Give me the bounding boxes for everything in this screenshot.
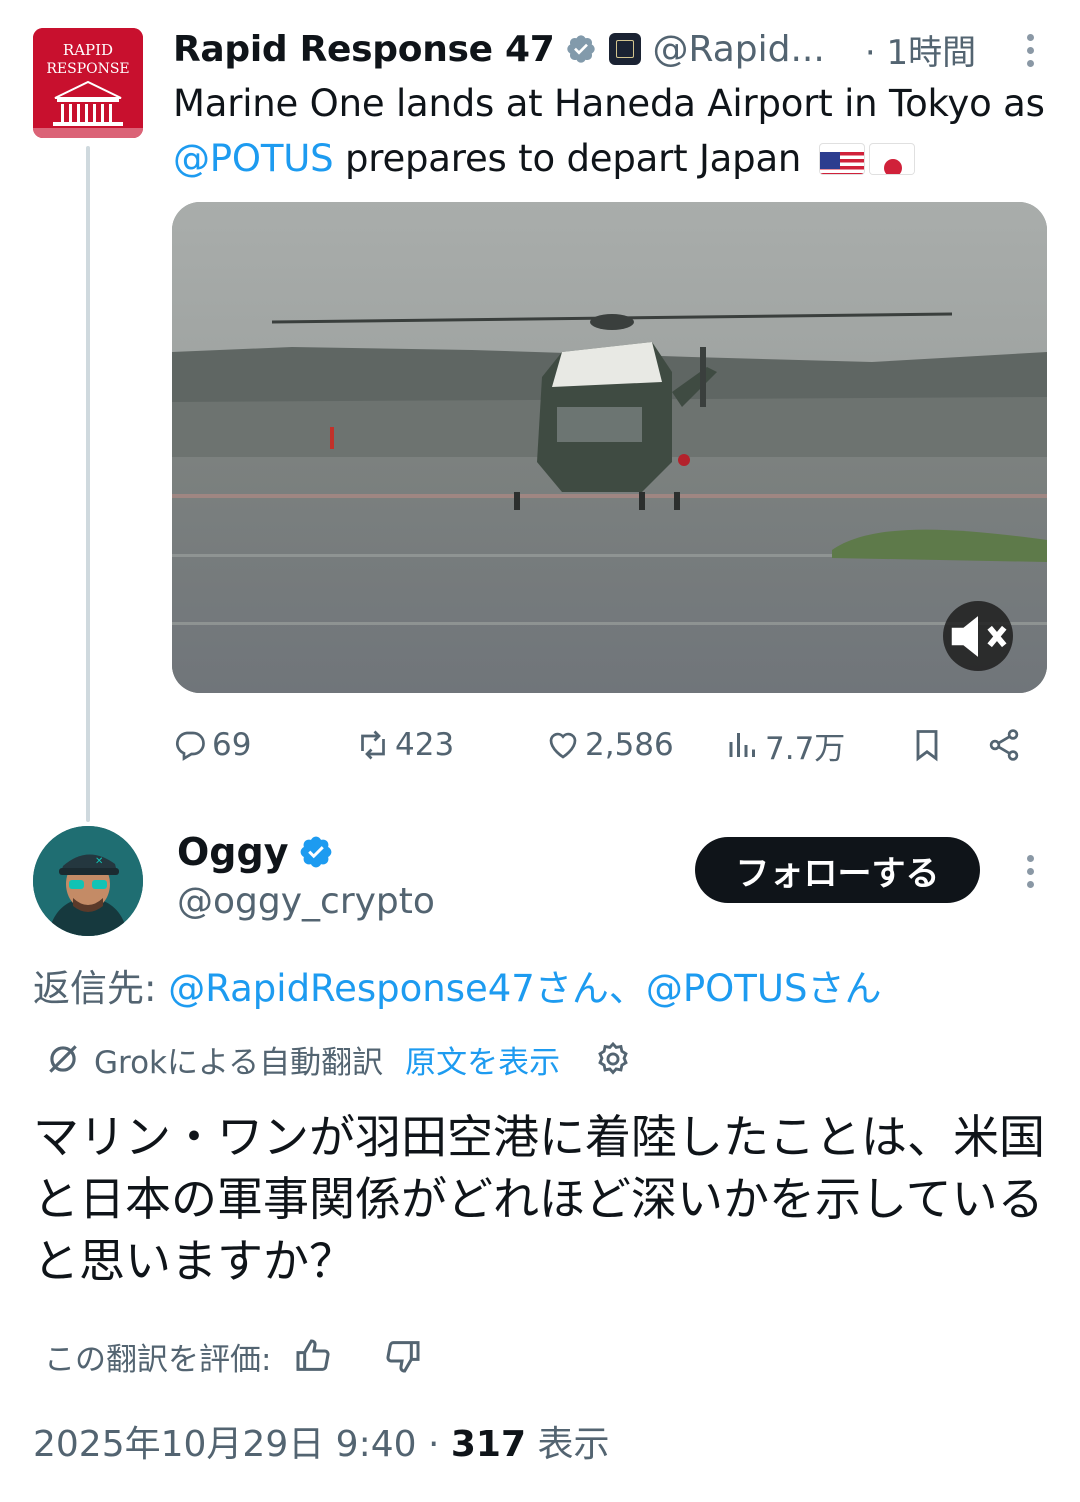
view-count: 317 <box>450 1424 527 1465</box>
reply-to-line: 返信先: @RapidResponse47さん、@POTUSさん <box>33 962 881 1016</box>
video-player[interactable] <box>172 202 1047 693</box>
thread-line <box>86 146 90 822</box>
bookmark-button[interactable] <box>909 718 949 772</box>
reply-author-name-text: Oggy <box>177 830 289 874</box>
repost-count: 423 <box>395 727 455 763</box>
share-button[interactable] <box>986 718 1026 772</box>
translation-bar: Grokによる自動翻訳 原文を表示 <box>44 1034 644 1084</box>
share-icon <box>989 729 1019 761</box>
like-icon <box>549 732 577 759</box>
more-icon[interactable] <box>1020 851 1040 891</box>
reply-author-name[interactable]: Oggy <box>177 826 334 878</box>
tweet-text: Marine One lands at Haneda Airport in To… <box>173 76 1053 186</box>
svg-text:RAPID: RAPID <box>63 41 113 59</box>
reply-author-handle[interactable]: @oggy_crypto <box>177 878 435 926</box>
author-handle[interactable]: @Rapid... <box>653 29 825 70</box>
tweet-meta: 2025年10月29日 9:40 · 317 表示 <box>33 1418 609 1472</box>
reply-button[interactable]: 69 <box>172 718 251 772</box>
flag-emojis <box>818 143 919 175</box>
svg-text:✕: ✕ <box>95 856 103 867</box>
reply-icon <box>175 731 205 761</box>
author-name[interactable]: Rapid Response 47 <box>173 29 555 70</box>
show-original-link[interactable]: 原文を表示 <box>405 1037 560 1082</box>
thumbs-up-icon[interactable] <box>293 1336 333 1376</box>
tweet-text-part: prepares to depart Japan <box>333 137 802 180</box>
grok-icon <box>49 1045 77 1073</box>
like-count: 2,586 <box>585 727 674 763</box>
svg-text:RESPONSE: RESPONSE <box>46 61 129 77</box>
bookmark-icon <box>916 730 938 762</box>
views-count: 7.7万 <box>765 730 846 767</box>
reply-to-mentions[interactable]: @RapidResponse47さん、@POTUSさん <box>168 967 881 1010</box>
tweet-actions: 69 423 2,586 7.7万 <box>172 718 1042 772</box>
oggy-avatar[interactable]: ✕ <box>33 826 143 936</box>
views-button[interactable]: 7.7万 <box>725 718 845 772</box>
translated-text: マリン・ワンが羽田空港に着陸したことは、米国と日本の軍事関係がどれほど深いかを示… <box>33 1110 1045 1288</box>
verified-badge-icon <box>566 35 595 63</box>
rate-translation: この翻訳を評価: <box>44 1330 423 1382</box>
more-icon[interactable] <box>1020 30 1040 70</box>
thumbs-down-icon[interactable] <box>383 1336 423 1376</box>
timestamp[interactable]: 2025年10月29日 9:40 · <box>33 1424 451 1465</box>
like-button[interactable]: 2,586 <box>545 718 674 772</box>
repost-icon <box>361 730 385 760</box>
verified-badge-icon <box>301 836 332 868</box>
views-label: 表示 <box>526 1424 610 1465</box>
tweet-header: Rapid Response 47 @Rapid... · 1時間 <box>173 25 1060 74</box>
rate-label: この翻訳を評価: <box>44 1341 272 1378</box>
views-icon <box>729 733 755 757</box>
japan-flag-icon <box>868 143 915 175</box>
follow-button[interactable]: フォローする <box>695 837 980 903</box>
tweet-text-part: Marine One lands at Haneda Airport in To… <box>173 82 1045 125</box>
reply-to-prefix: 返信先: <box>33 967 169 1010</box>
mention-link[interactable]: @POTUS <box>173 137 334 180</box>
repost-button[interactable]: 423 <box>355 718 454 772</box>
tweet-time[interactable]: · 1時間 <box>865 25 976 74</box>
gear-icon[interactable] <box>594 1040 632 1078</box>
mute-icon[interactable] <box>943 601 1013 671</box>
reply-count: 69 <box>212 727 252 763</box>
us-flag-icon <box>818 143 865 175</box>
white-house-badge-icon <box>608 33 641 65</box>
rapid-response-avatar[interactable]: RAPID RESPONSE <box>33 28 143 138</box>
grok-label: Grokによる自動翻訳 <box>94 1044 384 1081</box>
